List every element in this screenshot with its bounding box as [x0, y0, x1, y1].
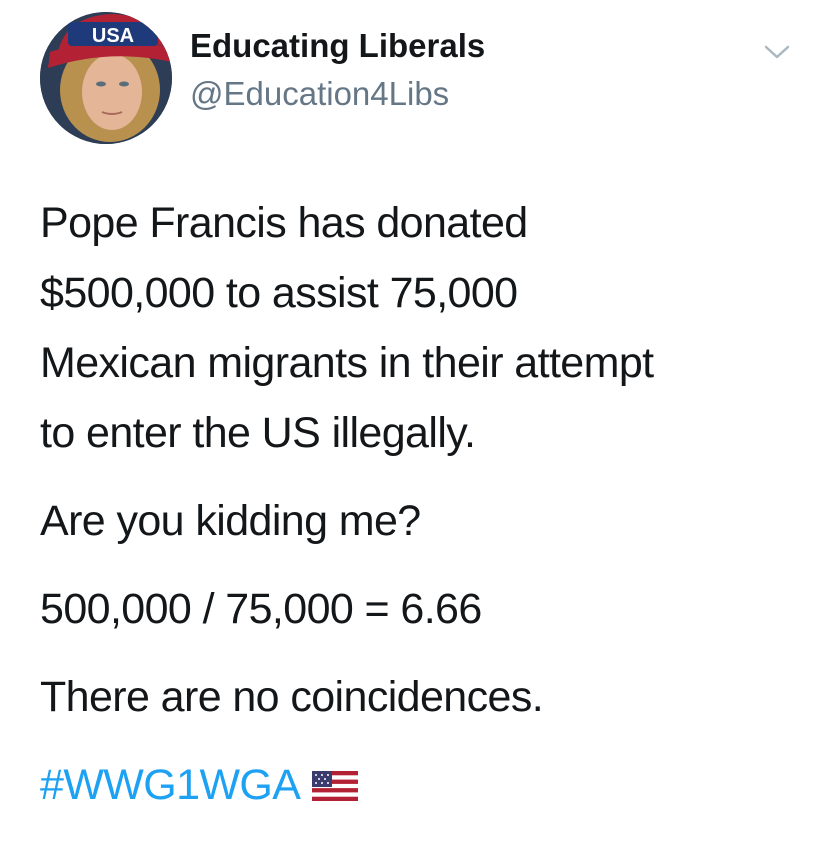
tweet-line: to enter the US illegally.	[40, 409, 476, 457]
user-handle[interactable]: @Education4Libs	[190, 74, 449, 114]
tweet-card: USA Educating Liberals @Education4Libs P…	[0, 0, 828, 848]
avatar[interactable]: USA	[40, 12, 172, 144]
tweet-paragraph-4: There are no coincidences.	[40, 673, 544, 721]
tweet-line: $500,000 to assist 75,000	[40, 269, 518, 317]
tweet-line: Pope Francis has donated	[40, 199, 528, 247]
tweet-line: Mexican migrants in their attempt	[40, 339, 654, 387]
tweet-paragraph-5: #WWG1WGA	[40, 750, 800, 822]
avatar-image: USA	[40, 12, 172, 144]
tweet-paragraph-3: 500,000 / 75,000 = 6.66	[40, 585, 482, 633]
display-name[interactable]: Educating Liberals	[190, 26, 485, 66]
tweet-paragraph-2: Are you kidding me?	[40, 497, 421, 545]
us-flag-icon	[312, 752, 359, 822]
tweet-text: Pope Francis has donated $500,000 to ass…	[40, 188, 800, 822]
chevron-down-icon[interactable]	[762, 40, 792, 64]
tweet-paragraph-1: Pope Francis has donated $500,000 to ass…	[40, 188, 800, 468]
avatar-hat-text: USA	[92, 25, 134, 47]
hashtag-link[interactable]: #WWG1WGA	[40, 761, 301, 809]
